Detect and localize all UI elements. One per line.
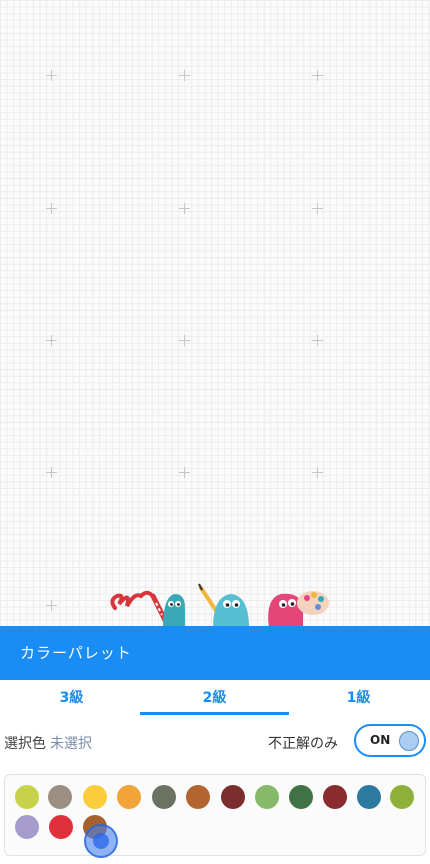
color-swatch[interactable] (15, 815, 39, 839)
selected-color-row: 選択色 未選択 (4, 733, 92, 753)
mascot-illustration (110, 583, 329, 626)
touch-indicator (84, 824, 118, 858)
color-swatch[interactable] (255, 785, 279, 809)
selected-color-label: 選択色 (4, 736, 46, 752)
color-swatch[interactable] (48, 785, 72, 809)
grid-marker-icon (46, 467, 57, 478)
color-swatch[interactable] (186, 785, 210, 809)
toggle-knob (399, 731, 419, 751)
grid-marker-icon (312, 335, 323, 346)
color-swatch[interactable] (289, 785, 313, 809)
swatch-panel (4, 774, 426, 856)
level-tabs: 3級 2級 1級 (0, 680, 430, 716)
toggle-label: ON (370, 733, 391, 747)
grid-marker-icon (179, 70, 190, 81)
color-swatch[interactable] (221, 785, 245, 809)
grid-marker-icon (312, 467, 323, 478)
incorrect-only-label: 不正解のみ (268, 736, 338, 752)
grid-marker-icon (312, 203, 323, 214)
grid-marker-icon (46, 70, 57, 81)
color-swatch[interactable] (357, 785, 381, 809)
color-swatch[interactable] (390, 785, 414, 809)
grid-marker-icon (179, 335, 190, 346)
active-tab-indicator (140, 712, 289, 715)
color-swatch[interactable] (15, 785, 39, 809)
tab-level-1[interactable]: 1級 (287, 680, 430, 716)
incorrect-only-toggle[interactable]: ON (354, 724, 426, 757)
color-swatch[interactable] (323, 785, 347, 809)
color-swatch[interactable] (49, 815, 73, 839)
color-swatch[interactable] (117, 785, 141, 809)
color-swatch[interactable] (152, 785, 176, 809)
palette-title: カラーパレット (20, 644, 132, 662)
tab-level-3[interactable]: 3級 (0, 680, 143, 716)
grid-marker-icon (46, 600, 57, 611)
drawing-canvas[interactable] (0, 0, 430, 626)
grid-marker-icon (179, 467, 190, 478)
color-swatch[interactable] (83, 785, 107, 809)
selected-color-value: 未選択 (50, 736, 92, 752)
grid-marker-icon (312, 70, 323, 81)
grid-marker-icon (46, 335, 57, 346)
tab-level-2[interactable]: 2級 (143, 680, 286, 716)
grid-marker-icon (46, 203, 57, 214)
palette-header: カラーパレット (0, 626, 430, 680)
grid-marker-icon (179, 203, 190, 214)
